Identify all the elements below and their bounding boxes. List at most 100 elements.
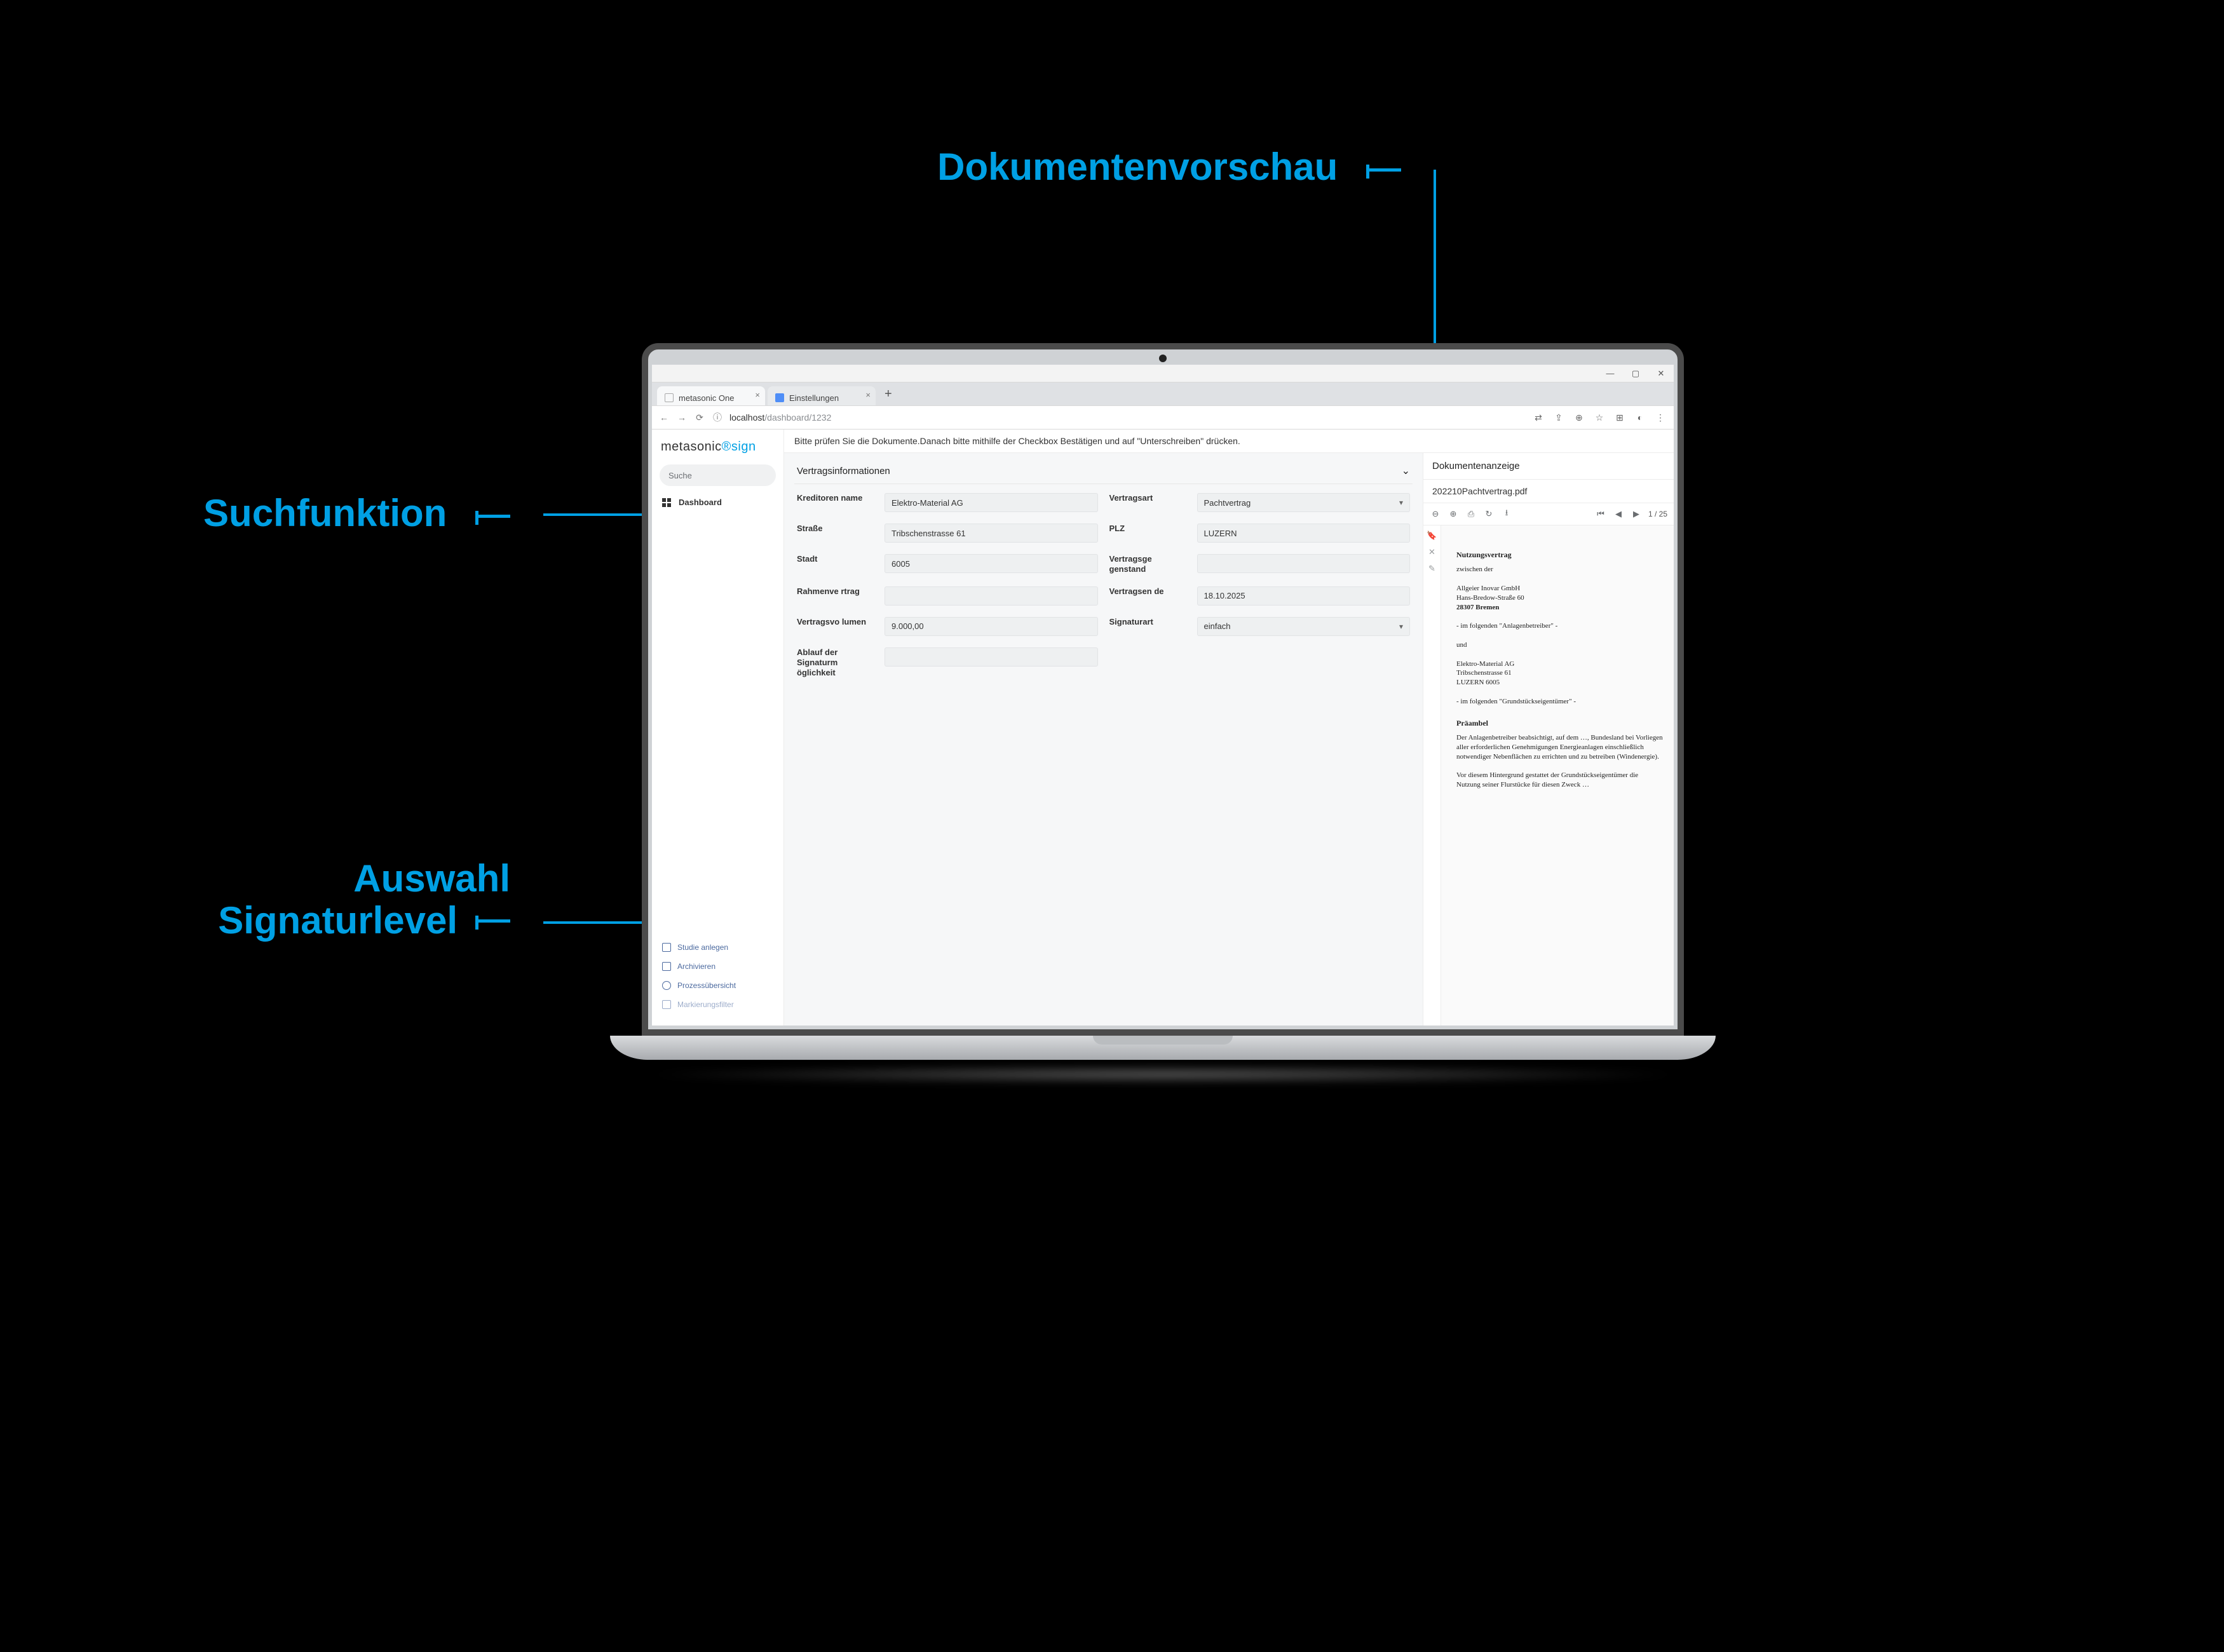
print-icon[interactable]: ⎙ [1465,509,1477,519]
field-rahmen[interactable] [885,586,1098,606]
prev-page-icon[interactable]: ◀ [1613,509,1624,519]
nav-forward-icon[interactable]: → [676,412,688,423]
translate-icon[interactable]: ⇄ [1531,412,1545,423]
label-ablauf: Ablauf der Signaturm öglichkeit [797,647,873,679]
label-volumen: Vertragsvo lumen [797,617,873,636]
first-page-icon[interactable]: ⏮ [1595,509,1606,519]
document-page: Nutzungsvertrag zwischen der Allgeier In… [1441,525,1674,1026]
label-rahmen: Rahmenve rtrag [797,586,873,606]
bookmark-icon[interactable]: ☆ [1592,412,1606,423]
sidebar-link-prozess[interactable]: Prozessübersicht [652,976,783,995]
favicon-icon [775,393,784,402]
expand-tool-icon[interactable]: ✕ [1428,547,1435,557]
page-current: 1 [1648,510,1653,518]
process-icon [662,981,671,990]
field-strasse[interactable]: Tribschenstrasse 61 [885,524,1098,543]
laptop-mockup: — ▢ ✕ metasonic One × Einstellungen × + [642,343,1684,1084]
extensions-icon[interactable]: ⊞ [1613,412,1627,423]
next-page-icon[interactable]: ▶ [1631,509,1642,519]
zoom-in-icon[interactable]: ⊕ [1448,509,1459,519]
laptop-base [610,1036,1716,1060]
page-sep: / [1653,510,1659,518]
rotate-icon[interactable]: ↻ [1483,509,1495,519]
site-info-icon[interactable]: ⓘ [712,411,723,424]
new-tab-button[interactable]: + [878,387,898,405]
bookmark-tool-icon[interactable]: 🔖 [1427,531,1437,541]
field-ende[interactable]: 18.10.2025 [1197,586,1411,606]
callout-siglevel-text2: Signaturlevel [218,900,458,942]
browser-tab-active[interactable]: metasonic One × [657,386,765,405]
contract-info-panel: Vertragsinformationen ⌄ Kreditoren name … [784,453,1423,1026]
laptop-shadow [642,1065,1684,1084]
doc-text: Der Anlagenbetreiber beabsichtigt, auf d… [1456,733,1664,762]
document-viewer-title: Dokumentenanzeige [1423,453,1674,480]
main: Bitte prüfen Sie die Dokumente.Danach bi… [784,430,1674,1026]
document-body: 🔖 ✕ ✎ Nutzungsvertrag zwischen der Allge… [1423,525,1674,1026]
field-plz[interactable]: LUZERN [1197,524,1411,543]
sidebar-link-archiv[interactable]: Archivieren [652,957,783,976]
chevron-down-icon: ⌄ [1402,464,1410,477]
laptop-screen: — ▢ ✕ metasonic One × Einstellungen × + [652,365,1674,1026]
doc-text: Vor diesem Hintergrund gestattet der Gru… [1456,771,1664,790]
doc-text: Tribschenstrasse 61 [1456,668,1664,678]
sidebar-link-label: Markierungsfilter [677,1000,734,1009]
field-kreditor[interactable]: Elektro-Material AG [885,493,1098,512]
nav-back-icon[interactable]: ← [658,412,670,423]
sidebar-item-label: Dashboard [679,498,722,507]
browser-tab-2-title: Einstellungen [789,393,839,403]
close-tab-icon[interactable]: × [865,390,871,400]
label-signaturart: Signaturart [1109,617,1186,636]
menu-icon[interactable]: ⋮ [1653,412,1667,423]
sidebar-link-studie[interactable]: Studie anlegen [652,938,783,957]
window-close[interactable]: ✕ [1648,369,1674,379]
callout-doc-preview: Dokumentenvorschau [801,146,1401,188]
callout-siglevel-text1: Auswahl [353,857,510,900]
label-plz: PLZ [1109,524,1186,543]
window-maximize[interactable]: ▢ [1623,369,1648,379]
search-input[interactable]: Suche [660,464,776,486]
profile-icon[interactable]: ◐ [1633,412,1647,423]
brand-logo: metasonic®sign [652,430,783,461]
sidebar-item-dashboard[interactable]: Dashboard [652,490,783,515]
label-strasse: Straße [797,524,873,543]
field-value: Tribschenstrasse 61 [892,529,966,538]
edit-tool-icon[interactable]: ✎ [1428,564,1435,574]
field-value: LUZERN [1204,529,1237,538]
zoom-icon[interactable]: ⊕ [1572,412,1586,423]
field-volumen[interactable]: 9.000,00 [885,617,1098,636]
nav-reload-icon[interactable]: ⟳ [694,412,705,423]
callout-search-text: Suchfunktion [203,492,447,534]
field-stadt[interactable]: 6005 [885,554,1098,573]
sidebar-link-mark[interactable]: Markierungsfilter [652,995,783,1014]
dashboard-icon [662,498,672,507]
contract-info-header[interactable]: Vertragsinformationen ⌄ [794,458,1413,484]
download-icon[interactable]: ⭳ [1501,507,1512,521]
browser-tab-2[interactable]: Einstellungen × [768,386,876,405]
doc-text: zwischen der [1456,565,1664,574]
url-text[interactable]: localhost/dashboard/1232 [729,412,831,423]
field-ablauf[interactable] [885,647,1098,667]
document-viewer-panel: Dokumentenanzeige 202210Pachtvertrag.pdf… [1423,453,1674,1026]
page-total: 25 [1659,510,1667,518]
close-tab-icon[interactable]: × [755,390,760,400]
url-host: localhost [729,412,764,423]
doc-title: Nutzungsvertrag [1456,550,1664,560]
brand-suffix: sign [731,440,756,454]
url-path: /dashboard/1232 [764,412,831,423]
label-gegenstand: Vertragsge genstand [1109,554,1186,575]
select-vertragsart[interactable]: Pachtvertrag ▾ [1197,493,1411,512]
doc-text: Hans-Bredow-Straße 60 [1456,593,1664,603]
field-gegenstand[interactable] [1197,554,1411,573]
field-value: 18.10.2025 [1204,591,1245,600]
doc-subhead: Präambel [1456,718,1664,728]
share-icon[interactable]: ⇪ [1552,412,1566,423]
doc-text: 28307 Bremen [1456,603,1664,613]
contract-form: Kreditoren name Elektro-Material AG Vert… [794,484,1413,687]
window-minimize[interactable]: — [1597,369,1623,378]
select-signaturart[interactable]: einfach ▾ [1197,617,1411,636]
callout-search: Suchfunktion [145,492,510,534]
zoom-out-icon[interactable]: ⊖ [1430,509,1441,519]
window-titlebar: — ▢ ✕ [652,365,1674,383]
document-filename: 202210Pachtvertrag.pdf [1423,480,1674,503]
doc-text: Allgeier Inovar GmbH [1456,584,1664,593]
